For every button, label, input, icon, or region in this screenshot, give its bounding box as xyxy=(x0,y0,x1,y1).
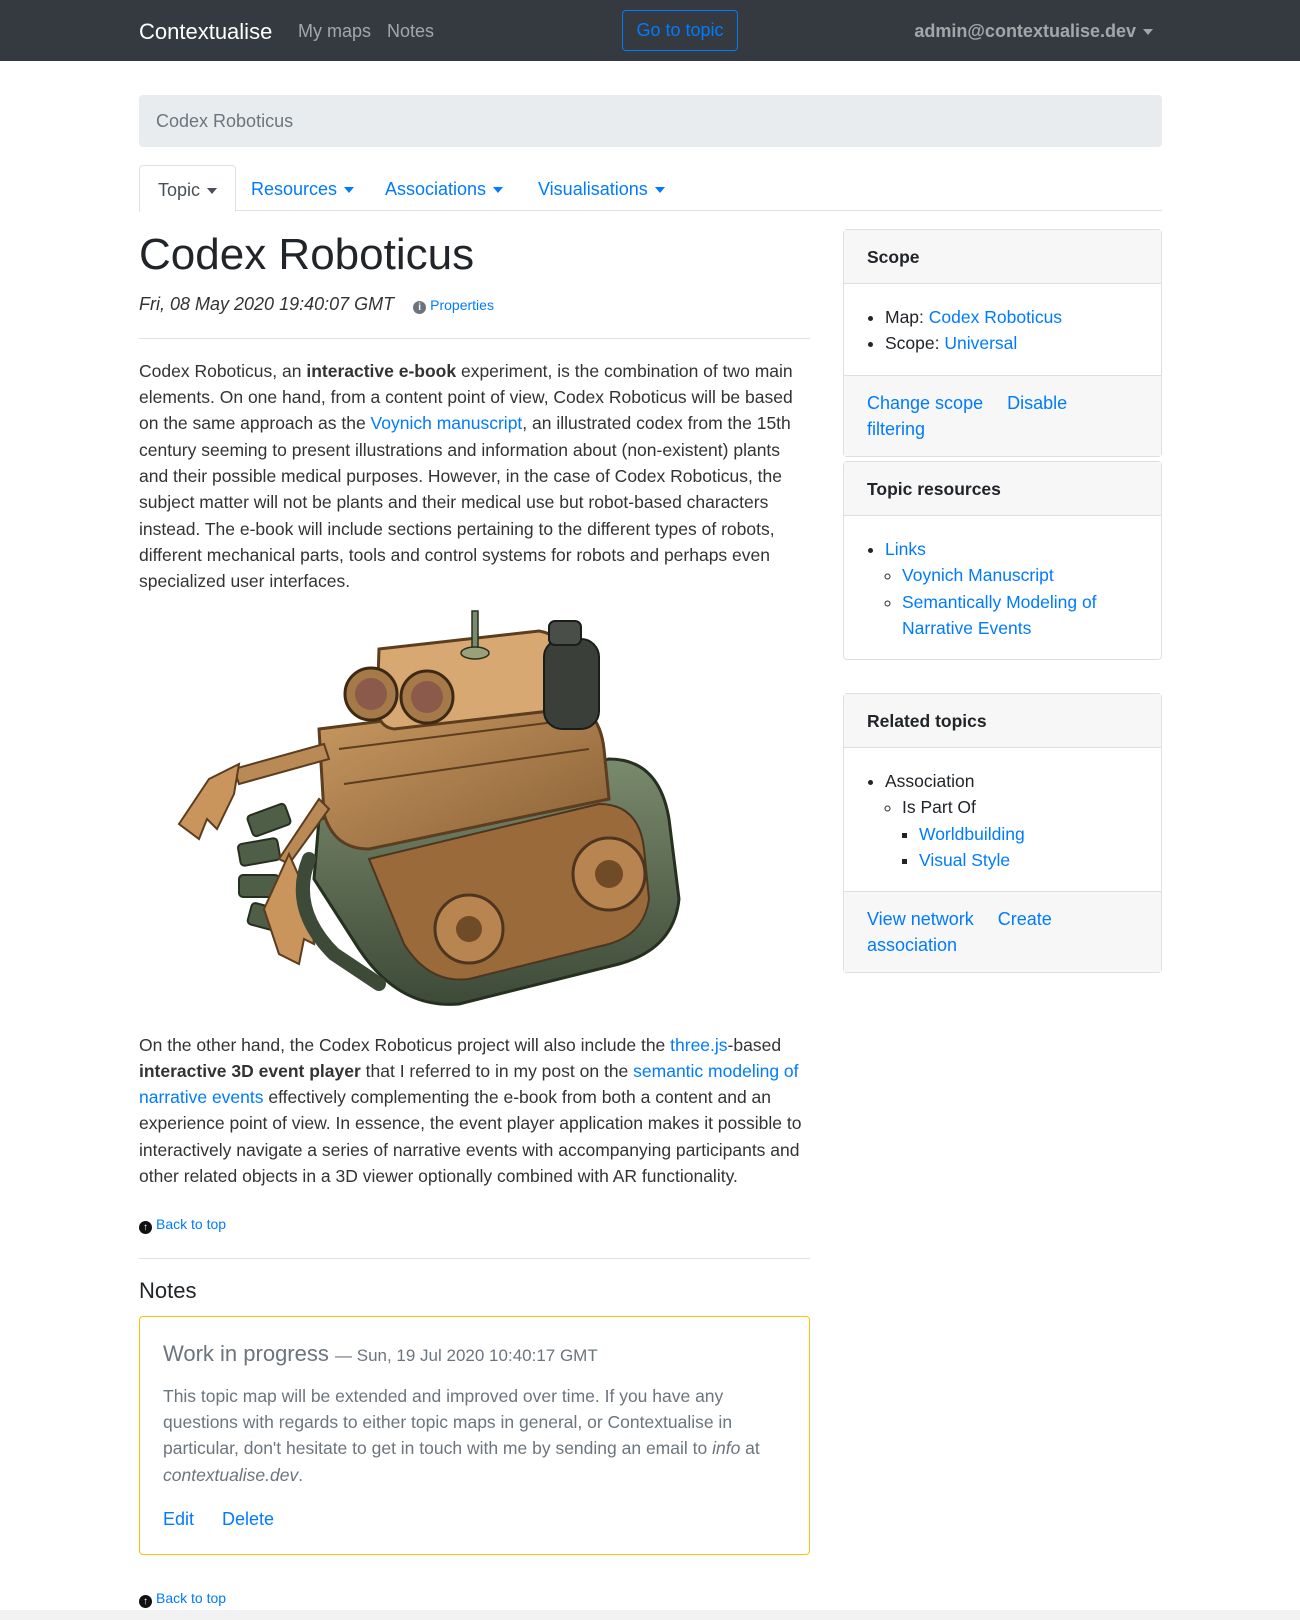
delete-note-button[interactable]: Delete xyxy=(222,1509,274,1529)
arrow-up-circle-icon: ↑ xyxy=(139,1594,152,1608)
related-card-header: Related topics xyxy=(844,694,1161,748)
resource-link-semantic[interactable]: Semantically Modeling of Narrative Event… xyxy=(902,592,1097,638)
tab-topic-label: Topic xyxy=(158,180,201,200)
scope-link[interactable]: Universal xyxy=(944,333,1017,353)
navbar: Contextualise My maps Notes Go to topic … xyxy=(0,0,1300,61)
back-to-top-label: Back to top xyxy=(156,1216,227,1233)
robot-illustration xyxy=(139,609,810,1017)
scope-scope-item: Scope: Universal xyxy=(885,330,1138,356)
voynich-manuscript-link[interactable]: Voynich manuscript xyxy=(371,413,523,433)
properties-link[interactable]: i Properties xyxy=(413,297,494,314)
map-link[interactable]: Codex Roboticus xyxy=(929,307,1062,327)
note-timestamp: Sun, 19 Jul 2020 10:40:17 GMT xyxy=(356,1345,598,1365)
properties-label: Properties xyxy=(430,297,494,313)
change-scope-link[interactable]: Change scope xyxy=(867,393,983,413)
links-link[interactable]: Links xyxy=(885,539,926,559)
caret-down-icon xyxy=(207,188,218,195)
threejs-link[interactable]: three.js xyxy=(670,1035,727,1055)
edit-note-button[interactable]: Edit xyxy=(163,1509,194,1529)
caret-down-icon xyxy=(493,187,504,194)
scope-map-item: Map: Codex Roboticus xyxy=(885,304,1138,330)
resources-card-header: Topic resources xyxy=(844,462,1161,516)
breadcrumb: Codex Roboticus xyxy=(139,95,1162,147)
info-icon: i xyxy=(413,301,427,314)
note-card: Work in progress — Sun, 19 Jul 2020 10:4… xyxy=(139,1315,810,1555)
robot-image xyxy=(177,609,681,1006)
scope-card-body: Map: Codex Roboticus Scope: Universal xyxy=(844,284,1161,375)
topic-meta: Fri, 08 May 2020 19:40:07 GMT i Propertie… xyxy=(139,291,810,319)
resource-link-voynich[interactable]: Voynich Manuscript xyxy=(902,565,1054,585)
scope-card: Scope Map: Codex Roboticus Scope: Univer… xyxy=(843,229,1162,457)
go-to-topic-button[interactable]: Go to topic xyxy=(622,10,738,51)
scope-card-header: Scope xyxy=(844,230,1161,284)
topic-paragraph-1: Codex Roboticus, an interactive e-book e… xyxy=(139,360,793,592)
tab-visualisations-label: Visualisations xyxy=(538,179,648,199)
note-actions: Edit Delete xyxy=(163,1506,786,1534)
nav-notes[interactable]: Notes xyxy=(387,18,434,46)
tab-resources-label: Resources xyxy=(251,179,338,199)
topic-title: Codex Roboticus xyxy=(139,230,475,279)
divider xyxy=(139,337,810,339)
topic-tabs: Topic Resources Associations Visualisati… xyxy=(139,165,1162,212)
divider xyxy=(139,1257,810,1259)
caret-down-icon xyxy=(344,187,355,194)
tab-associations[interactable]: Associations xyxy=(367,165,521,211)
brand-link[interactable]: Contextualise xyxy=(139,15,272,49)
related-card-footer: View network Create association xyxy=(844,891,1161,973)
notes-heading: Notes xyxy=(139,1277,197,1303)
note-title: Work in progress — Sun, 19 Jul 2020 10:4… xyxy=(163,1340,598,1366)
caret-down-icon xyxy=(1143,29,1153,36)
user-menu[interactable]: admin@contextualise.dev xyxy=(914,18,1153,46)
related-topic-visual-style[interactable]: Visual Style xyxy=(919,850,1010,870)
scope-card-footer: Change scope Disable filtering xyxy=(844,374,1161,456)
footer xyxy=(0,1610,1300,1620)
resources-card-body: Links Voynich Manuscript Semantically Mo… xyxy=(844,516,1161,659)
association-label: Association xyxy=(885,771,975,791)
back-to-top-label: Back to top xyxy=(156,1589,227,1606)
topic-content: Codex Roboticus Fri, 08 May 2020 19:40:0… xyxy=(139,225,810,1611)
topic-paragraph-2: On the other hand, the Codex Roboticus p… xyxy=(139,1034,802,1187)
tab-visualisations[interactable]: Visualisations xyxy=(520,165,683,211)
note-text: This topic map will be extended and impr… xyxy=(163,1385,760,1485)
nav-my-maps[interactable]: My maps xyxy=(298,18,371,46)
caret-down-icon xyxy=(654,187,665,194)
topic-timestamp: Fri, 08 May 2020 19:40:07 GMT xyxy=(139,294,395,314)
related-topic-worldbuilding[interactable]: Worldbuilding xyxy=(919,824,1025,844)
topic-resources-card: Topic resources Links Voynich Manuscript… xyxy=(843,461,1162,661)
arrow-up-circle-icon: ↑ xyxy=(139,1221,152,1235)
breadcrumb-current: Codex Roboticus xyxy=(156,111,294,131)
user-email: admin@contextualise.dev xyxy=(914,21,1136,41)
related-card-body: Association Is Part Of Worldbuilding Vis… xyxy=(844,748,1161,891)
role-label: Is Part Of xyxy=(902,797,976,818)
back-to-top-2[interactable]: ↑ Back to top xyxy=(139,1585,810,1611)
back-to-top-1[interactable]: ↑ Back to top xyxy=(139,1211,810,1237)
view-network-link[interactable]: View network xyxy=(867,909,974,929)
related-topics-card: Related topics Association Is Part Of Wo… xyxy=(843,693,1162,974)
tab-resources[interactable]: Resources xyxy=(233,165,372,211)
tab-topic[interactable]: Topic xyxy=(139,165,237,212)
tab-associations-label: Associations xyxy=(385,179,487,199)
